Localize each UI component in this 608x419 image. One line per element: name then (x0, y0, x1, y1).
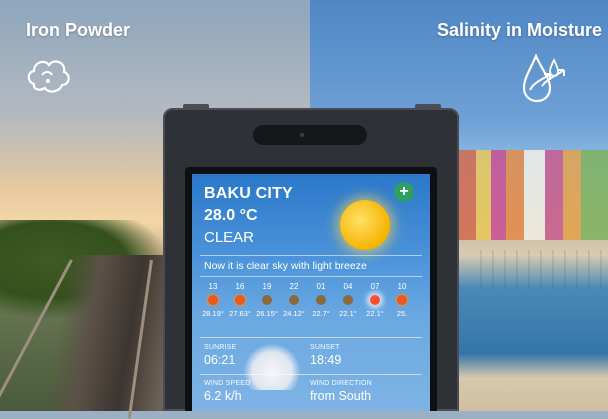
wind-direction-value: from South (310, 389, 372, 403)
sunrise-label: SUNRISE (204, 344, 237, 351)
sun-icon (340, 200, 390, 250)
divider (200, 276, 422, 277)
hour-item: 07 22.1° (362, 282, 388, 318)
hour-temp: 24.12° (283, 309, 305, 318)
hour-item: 10 25. (389, 282, 415, 318)
hour-temp: 22.1° (339, 309, 357, 318)
sunset-label: SUNSET (310, 344, 340, 351)
hour-item: 22 24.12° (281, 282, 307, 318)
weather-screen: BAKU CITY 28.0 °C CLEAR + Now it is clea… (192, 174, 430, 411)
wind-speed-value: 6.2 k/h (204, 389, 242, 403)
hour-item: 13 28.19° (200, 282, 226, 318)
moon-icon (316, 295, 326, 305)
moon-icon (343, 295, 353, 305)
colorful-houses (458, 150, 608, 240)
weather-condition: CLEAR (204, 229, 255, 246)
sunset-value: 18:49 (310, 353, 342, 367)
hour-label: 01 (316, 282, 326, 291)
hour-item: 19 26.15° (254, 282, 280, 318)
moon-icon (289, 295, 299, 305)
salinity-label: Salinity in Moisture (436, 20, 602, 40)
sun-icon (208, 295, 218, 305)
hour-label: 07 (370, 282, 380, 291)
hour-item: 16 27.63° (227, 282, 253, 318)
wind-direction-label: WIND DIRECTION (310, 380, 372, 387)
iron-powder-label: Iron Powder (26, 20, 131, 40)
powder-cloud-icon (27, 60, 70, 93)
hour-temp: 22.1° (366, 309, 384, 318)
sun-icon (235, 295, 245, 305)
birds (470, 250, 608, 290)
hour-label: 19 (262, 282, 272, 291)
camera-bar (253, 125, 367, 145)
hour-label: 22 (289, 282, 299, 291)
city-name: BAKU CITY (204, 185, 293, 202)
divider (200, 374, 422, 375)
sunrise-value: 06:21 (204, 353, 236, 367)
divider (200, 255, 422, 256)
weather-summary: Now it is clear sky with light breeze (204, 260, 367, 272)
sun-icon (397, 295, 407, 305)
hour-label: 16 (235, 282, 245, 291)
wind-speed-label: WIND SPEED (204, 380, 251, 387)
water-drops-arrows-icon (522, 53, 565, 103)
hourly-forecast: 13 28.19° 16 27.63° 19 26.15° 22 24.12° … (200, 282, 422, 334)
device-mount (415, 104, 441, 109)
cloud-icon (244, 344, 300, 390)
moon-icon (262, 295, 272, 305)
current-temperature: 28.0 °C (204, 207, 258, 224)
hour-label: 04 (343, 282, 353, 291)
hour-label: 10 (397, 282, 407, 291)
hour-label: 13 (208, 282, 218, 291)
device-mount (183, 104, 209, 109)
hour-item: 01 22.7° (308, 282, 334, 318)
hour-temp: 26.15° (256, 309, 278, 318)
sun-icon (370, 295, 380, 305)
divider (200, 337, 422, 338)
hour-temp: 25. (396, 309, 408, 318)
hour-temp: 22.7° (312, 309, 330, 318)
plus-icon[interactable]: + (394, 182, 414, 202)
hour-temp: 28.19° (202, 309, 224, 318)
hour-item: 04 22.1° (335, 282, 361, 318)
camera-lens (300, 133, 304, 137)
hour-temp: 27.63° (229, 309, 251, 318)
